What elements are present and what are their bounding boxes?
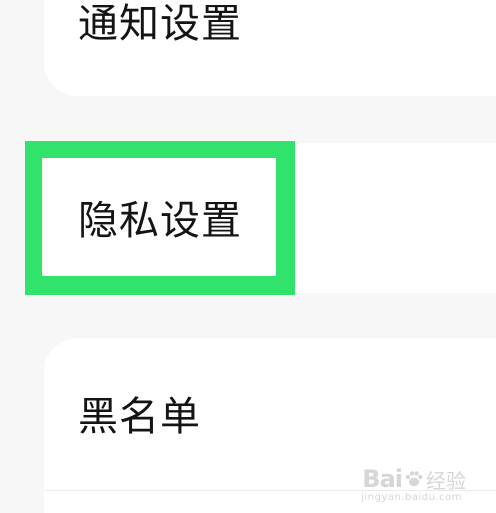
settings-screen: 通知设置 隐私设置 黑名单 Bai 经验 jingyan.baidu.com [0,0,496,513]
highlight-annotation-box [25,141,295,295]
blacklist-item[interactable]: 黑名单 [78,397,201,437]
watermark-suffix-text: 经验 [426,469,466,493]
watermark-logo-text: Bai [362,465,403,493]
notification-settings-item[interactable]: 通知设置 [78,4,242,44]
watermark-url: jingyan.baidu.com [361,492,462,503]
baidu-jingyan-watermark: Bai 经验 [362,467,466,491]
paw-icon [405,471,423,487]
